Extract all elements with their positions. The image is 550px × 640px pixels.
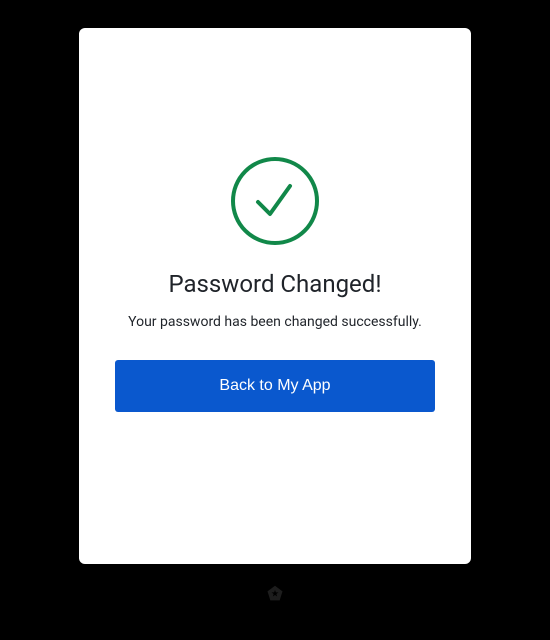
back-button-label: Back to My App bbox=[219, 377, 330, 395]
auth0-logo-icon bbox=[266, 585, 284, 603]
confirmation-title: Password Changed! bbox=[168, 270, 381, 298]
confirmation-card: Password Changed! Your password has been… bbox=[79, 28, 471, 564]
back-button[interactable]: Back to My App bbox=[115, 360, 435, 412]
confirmation-subtitle: Your password has been changed successfu… bbox=[128, 314, 422, 330]
success-check-icon bbox=[230, 156, 320, 246]
